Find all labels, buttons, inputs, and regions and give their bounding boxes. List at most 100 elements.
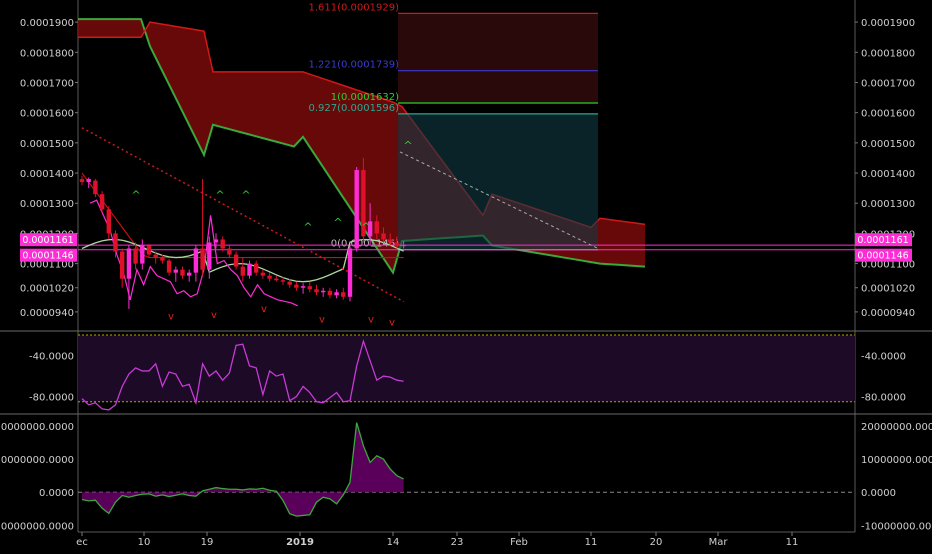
rsi-tick-label-right: -40.0000 bbox=[861, 352, 906, 363]
candle-body bbox=[321, 290, 326, 293]
candle-body bbox=[381, 233, 386, 240]
price-tick-label-left: 0.0001300 bbox=[20, 199, 74, 210]
candle-body bbox=[307, 286, 312, 290]
price-label-left: 0.0001161 bbox=[22, 235, 73, 246]
price-tick-label-left: 0.0001800 bbox=[20, 48, 74, 59]
candle-body bbox=[254, 263, 259, 273]
fractal-down-marker: v bbox=[389, 317, 395, 328]
candle-body bbox=[79, 179, 85, 183]
candle-body bbox=[140, 245, 145, 264]
candle-body bbox=[160, 257, 165, 261]
fractal-up-marker: ^ bbox=[131, 189, 140, 202]
fractal-down-marker: v bbox=[261, 304, 267, 315]
time-tick-label: Feb bbox=[510, 537, 528, 548]
price-tick-label-left: 0.0001400 bbox=[20, 169, 74, 180]
fractal-up-marker: ^ bbox=[361, 220, 370, 233]
time-tick-label: 2019 bbox=[286, 537, 314, 548]
candle-body bbox=[327, 290, 333, 296]
candle-body bbox=[267, 275, 272, 279]
volume-tick-label-left: 10000000.0000 bbox=[0, 455, 74, 466]
candle-body bbox=[233, 254, 239, 267]
candle-body bbox=[388, 239, 393, 243]
candle-body bbox=[341, 292, 346, 297]
time-tick-label: 19 bbox=[201, 537, 214, 548]
price-tick-label-right: 0.0001800 bbox=[861, 48, 915, 59]
candle-body bbox=[347, 248, 353, 297]
volume-tick-label-right: 20000000.0000 bbox=[861, 422, 932, 433]
fib-level-label: 0.927(0.0001596) bbox=[308, 103, 399, 114]
candle-body bbox=[334, 292, 339, 296]
candle-body bbox=[126, 248, 132, 279]
rsi-tick-label-left: -80.0000 bbox=[29, 393, 74, 404]
time-tick-label: ec bbox=[76, 537, 88, 548]
candle-body bbox=[247, 263, 252, 276]
candle-body bbox=[401, 245, 406, 247]
price-tick-label-left: 0.0001500 bbox=[20, 139, 74, 150]
volume-tick-label-right: -10000000.0000 bbox=[861, 521, 932, 532]
time-tick-label: 11 bbox=[786, 537, 799, 548]
fractal-up-marker: ^ bbox=[303, 220, 312, 233]
price-tick-label-right: 0.0001600 bbox=[861, 109, 915, 120]
candle-body bbox=[180, 269, 185, 276]
candle-body bbox=[86, 179, 91, 183]
fractal-down-marker: v bbox=[168, 311, 174, 322]
rsi-tick-label-right: -80.0000 bbox=[861, 393, 906, 404]
candle-body bbox=[120, 251, 125, 279]
candle-body bbox=[220, 239, 225, 249]
price-tick-label-right: 0.0001020 bbox=[861, 284, 915, 295]
price-tick-label-left: 0.0001700 bbox=[20, 78, 74, 89]
fractal-down-marker: v bbox=[368, 314, 374, 325]
time-tick-label: 20 bbox=[650, 537, 663, 548]
candle-body bbox=[314, 289, 319, 293]
volume-tick-label-left: -10000000.0000 bbox=[0, 521, 74, 532]
candle-body bbox=[240, 266, 245, 276]
candle-body bbox=[354, 170, 359, 249]
price-tick-label-right: 0.0001900 bbox=[861, 18, 915, 29]
fractal-up-marker: ^ bbox=[241, 189, 250, 202]
volume-tick-label-left: 20000000.0000 bbox=[0, 422, 74, 433]
rsi-tick-label-left: -40.0000 bbox=[29, 352, 74, 363]
fractal-up-marker: ^ bbox=[403, 139, 412, 152]
chart-canvas[interactable]: 1.611(0.0001929) 1.221(0.0001739) 1(0.0001… bbox=[0, 0, 932, 550]
fractal-down-marker: v bbox=[211, 310, 217, 321]
candle-body bbox=[394, 242, 400, 246]
volume-tick-label-right: 0.0000 bbox=[861, 488, 896, 499]
candle-body bbox=[300, 286, 306, 288]
candle-body bbox=[227, 248, 232, 255]
chart-container: 1.611(0.0001929) 1.221(0.0001739) 1(0.0001… bbox=[0, 0, 932, 550]
candle-body bbox=[207, 242, 212, 270]
candle-body bbox=[146, 245, 152, 255]
candle-body bbox=[99, 194, 105, 210]
candle-body bbox=[260, 272, 266, 276]
time-tick-label: 23 bbox=[451, 537, 464, 548]
fractal-up-marker: ^ bbox=[215, 189, 224, 202]
price-tick-label-left: 0.0001600 bbox=[20, 109, 74, 120]
price-tick-label-left: 0.0001020 bbox=[20, 284, 74, 295]
candle-body bbox=[153, 254, 158, 258]
price-label-left: 0.0001146 bbox=[22, 251, 73, 262]
candle-body bbox=[287, 281, 292, 285]
candle-body bbox=[113, 233, 118, 252]
fib-level-label: 1(0.0001632) bbox=[331, 92, 399, 103]
candle-body bbox=[187, 272, 192, 276]
candle-body bbox=[213, 239, 219, 243]
time-tick-label: 14 bbox=[387, 537, 400, 548]
price-tick-label-right: 0.0001500 bbox=[861, 139, 915, 150]
price-tick-label-right: 0.0001400 bbox=[861, 169, 915, 180]
candle-body bbox=[106, 209, 111, 234]
volume-tick-label-right: 10000000.0000 bbox=[861, 455, 932, 466]
price-tick-label-right: 0.0000940 bbox=[861, 308, 915, 319]
volume-tick-label-left: 0.0000 bbox=[39, 488, 74, 499]
candle-body bbox=[294, 284, 299, 288]
candle-body bbox=[374, 221, 379, 234]
candle-body bbox=[93, 180, 98, 195]
fractal-down-marker: v bbox=[319, 314, 325, 325]
time-tick-label: 10 bbox=[138, 537, 151, 548]
candle-body bbox=[200, 248, 205, 270]
candle-body bbox=[133, 248, 138, 264]
candle-body bbox=[193, 248, 199, 273]
price-tick-label-left: 0.0001900 bbox=[20, 18, 74, 29]
fractal-up-marker: ^ bbox=[333, 216, 342, 229]
candle-body bbox=[280, 280, 286, 282]
candle-body bbox=[274, 278, 279, 281]
